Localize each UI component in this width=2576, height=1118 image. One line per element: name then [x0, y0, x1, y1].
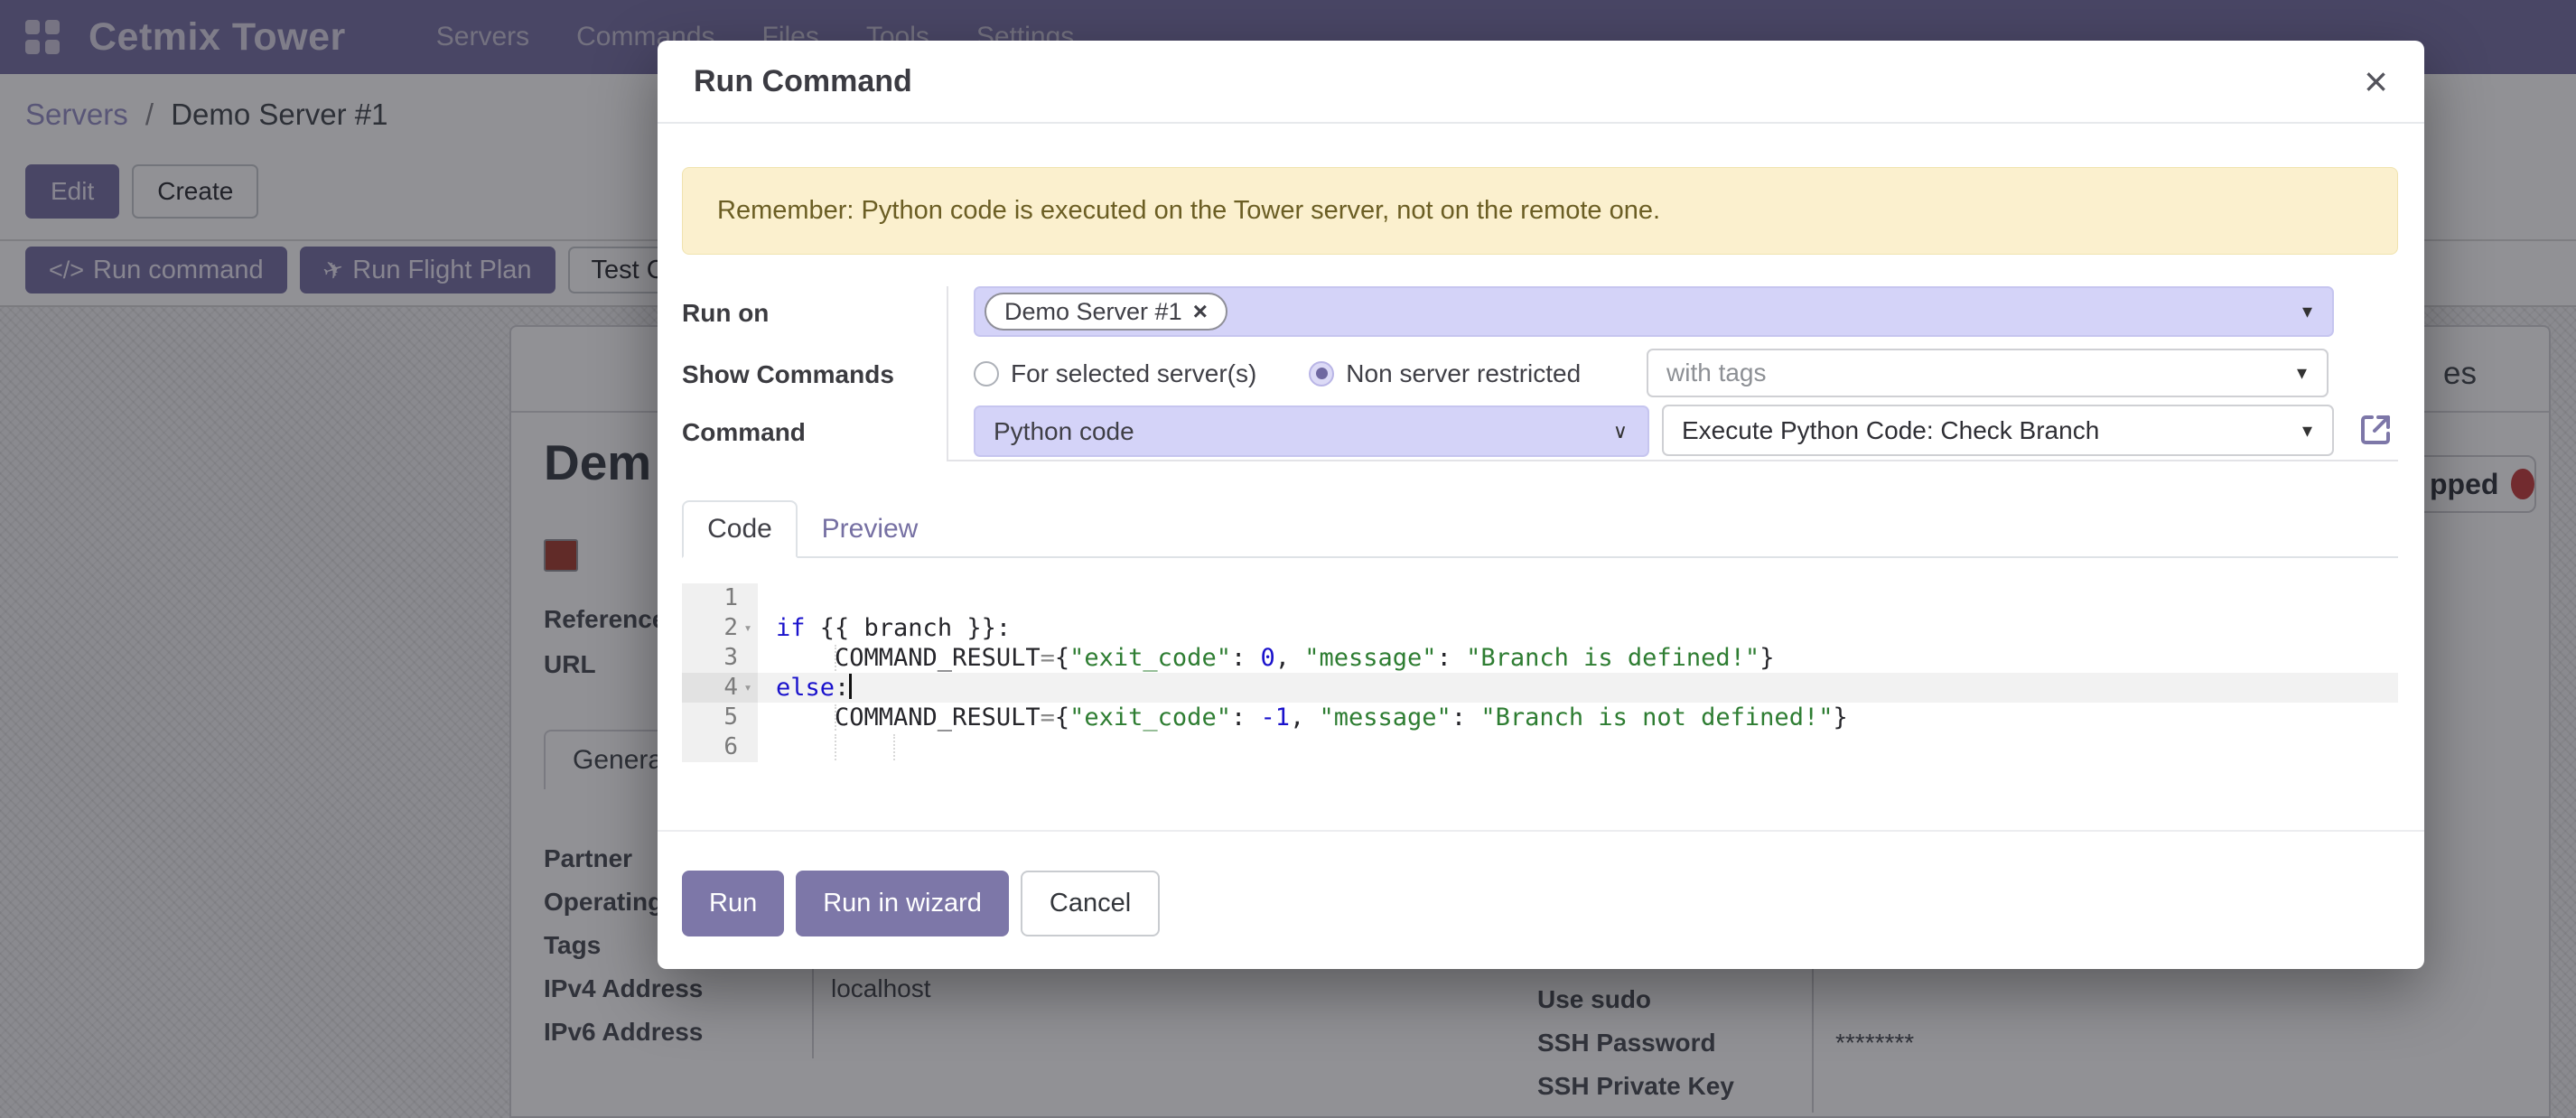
editor-gutter: 5	[682, 703, 758, 732]
editor-line-code: COMMAND_RESULT={"exit_code": 0, "message…	[758, 643, 2398, 673]
editor-line-code	[758, 732, 2398, 762]
editor-line-code: COMMAND_RESULT={"exit_code": -1, "messag…	[758, 703, 2398, 732]
editor-gutter: 1	[682, 583, 758, 613]
show-commands-options: For selected server(s) Non server restric…	[974, 349, 1633, 397]
editor-line-code	[758, 583, 2398, 613]
caret-down-icon: ▾	[2302, 419, 2312, 443]
indent-guide	[835, 704, 836, 731]
radio-selected-icon[interactable]	[1309, 361, 1334, 387]
modal-footer: Run Run in wizard Cancel	[682, 871, 1160, 936]
show-commands-label: Show Commands	[682, 360, 894, 389]
modal-title: Run Command	[694, 64, 912, 99]
close-icon[interactable]: ×	[2364, 61, 2388, 102]
form-bottom-divider	[947, 460, 2398, 461]
editor-gutter: 3	[682, 643, 758, 673]
form-column-divider	[947, 286, 948, 461]
caret-down-icon: ▾	[2297, 361, 2307, 385]
editor-line[interactable]: 1	[682, 583, 2398, 613]
warning-banner: Remember: Python code is executed on the…	[682, 167, 2398, 255]
remove-tag-icon[interactable]: ×	[1193, 297, 1208, 326]
editor-line-code: if {{ branch }}:	[758, 613, 2398, 643]
text-cursor	[849, 674, 852, 699]
cancel-button[interactable]: Cancel	[1021, 871, 1160, 936]
indent-guide	[835, 645, 836, 671]
editor-gutter: 2▾	[682, 613, 758, 643]
command-name-select[interactable]: Execute Python Code: Check Branch ▾	[1662, 405, 2334, 456]
radio-option[interactable]: For selected server(s)	[974, 359, 1256, 388]
radio-option[interactable]: Non server restricted	[1309, 359, 1581, 388]
indent-guide	[893, 734, 895, 760]
external-link-icon[interactable]	[2354, 408, 2397, 452]
editor-line-code: else:	[758, 673, 2398, 703]
server-tag-chip[interactable]: Demo Server #1 ×	[985, 293, 1227, 331]
editor-line[interactable]: 5 COMMAND_RESULT={"exit_code": -1, "mess…	[682, 703, 2398, 732]
screen: Cetmix Tower ServersCommandsFilesToolsSe…	[0, 0, 2576, 1118]
editor-line[interactable]: 3 COMMAND_RESULT={"exit_code": 0, "messa…	[682, 643, 2398, 673]
tab-code[interactable]: Code	[682, 500, 798, 558]
radio-label: For selected server(s)	[1011, 359, 1256, 388]
modal-header: Run Command ×	[658, 41, 2424, 124]
run-in-wizard-button[interactable]: Run in wizard	[796, 871, 1009, 936]
radio-label: Non server restricted	[1346, 359, 1581, 388]
command-label: Command	[682, 418, 806, 447]
radio-unselected-icon[interactable]	[974, 361, 999, 387]
fold-arrow-icon[interactable]: ▾	[738, 673, 758, 703]
run-on-select[interactable]: Demo Server #1 × ▾	[974, 286, 2334, 337]
command-type-select[interactable]: Python code ∨	[974, 405, 1649, 457]
code-editor[interactable]: 12▾if {{ branch }}:3 COMMAND_RESULT={"ex…	[682, 583, 2398, 762]
editor-line[interactable]: 6	[682, 732, 2398, 762]
footer-divider	[658, 830, 2424, 832]
run-command-modal: Run Command × Remember: Python code is e…	[658, 41, 2424, 969]
editor-gutter: 6	[682, 732, 758, 762]
code-editor-lines: 12▾if {{ branch }}:3 COMMAND_RESULT={"ex…	[682, 583, 2398, 762]
tab-preview[interactable]: Preview	[798, 500, 942, 558]
editor-line[interactable]: 4▾else:	[682, 673, 2398, 703]
run-on-label: Run on	[682, 299, 769, 328]
caret-down-icon: ▾	[2302, 300, 2312, 323]
fold-arrow-icon[interactable]: ▾	[738, 613, 758, 643]
editor-gutter: 4▾	[682, 673, 758, 703]
chevron-down-icon: ∨	[1613, 420, 1628, 443]
indent-guide	[835, 734, 836, 760]
with-tags-select[interactable]: with tags ▾	[1647, 349, 2329, 397]
run-button[interactable]: Run	[682, 871, 784, 936]
editor-tabs: Code Preview	[682, 500, 2398, 558]
editor-line[interactable]: 2▾if {{ branch }}:	[682, 613, 2398, 643]
